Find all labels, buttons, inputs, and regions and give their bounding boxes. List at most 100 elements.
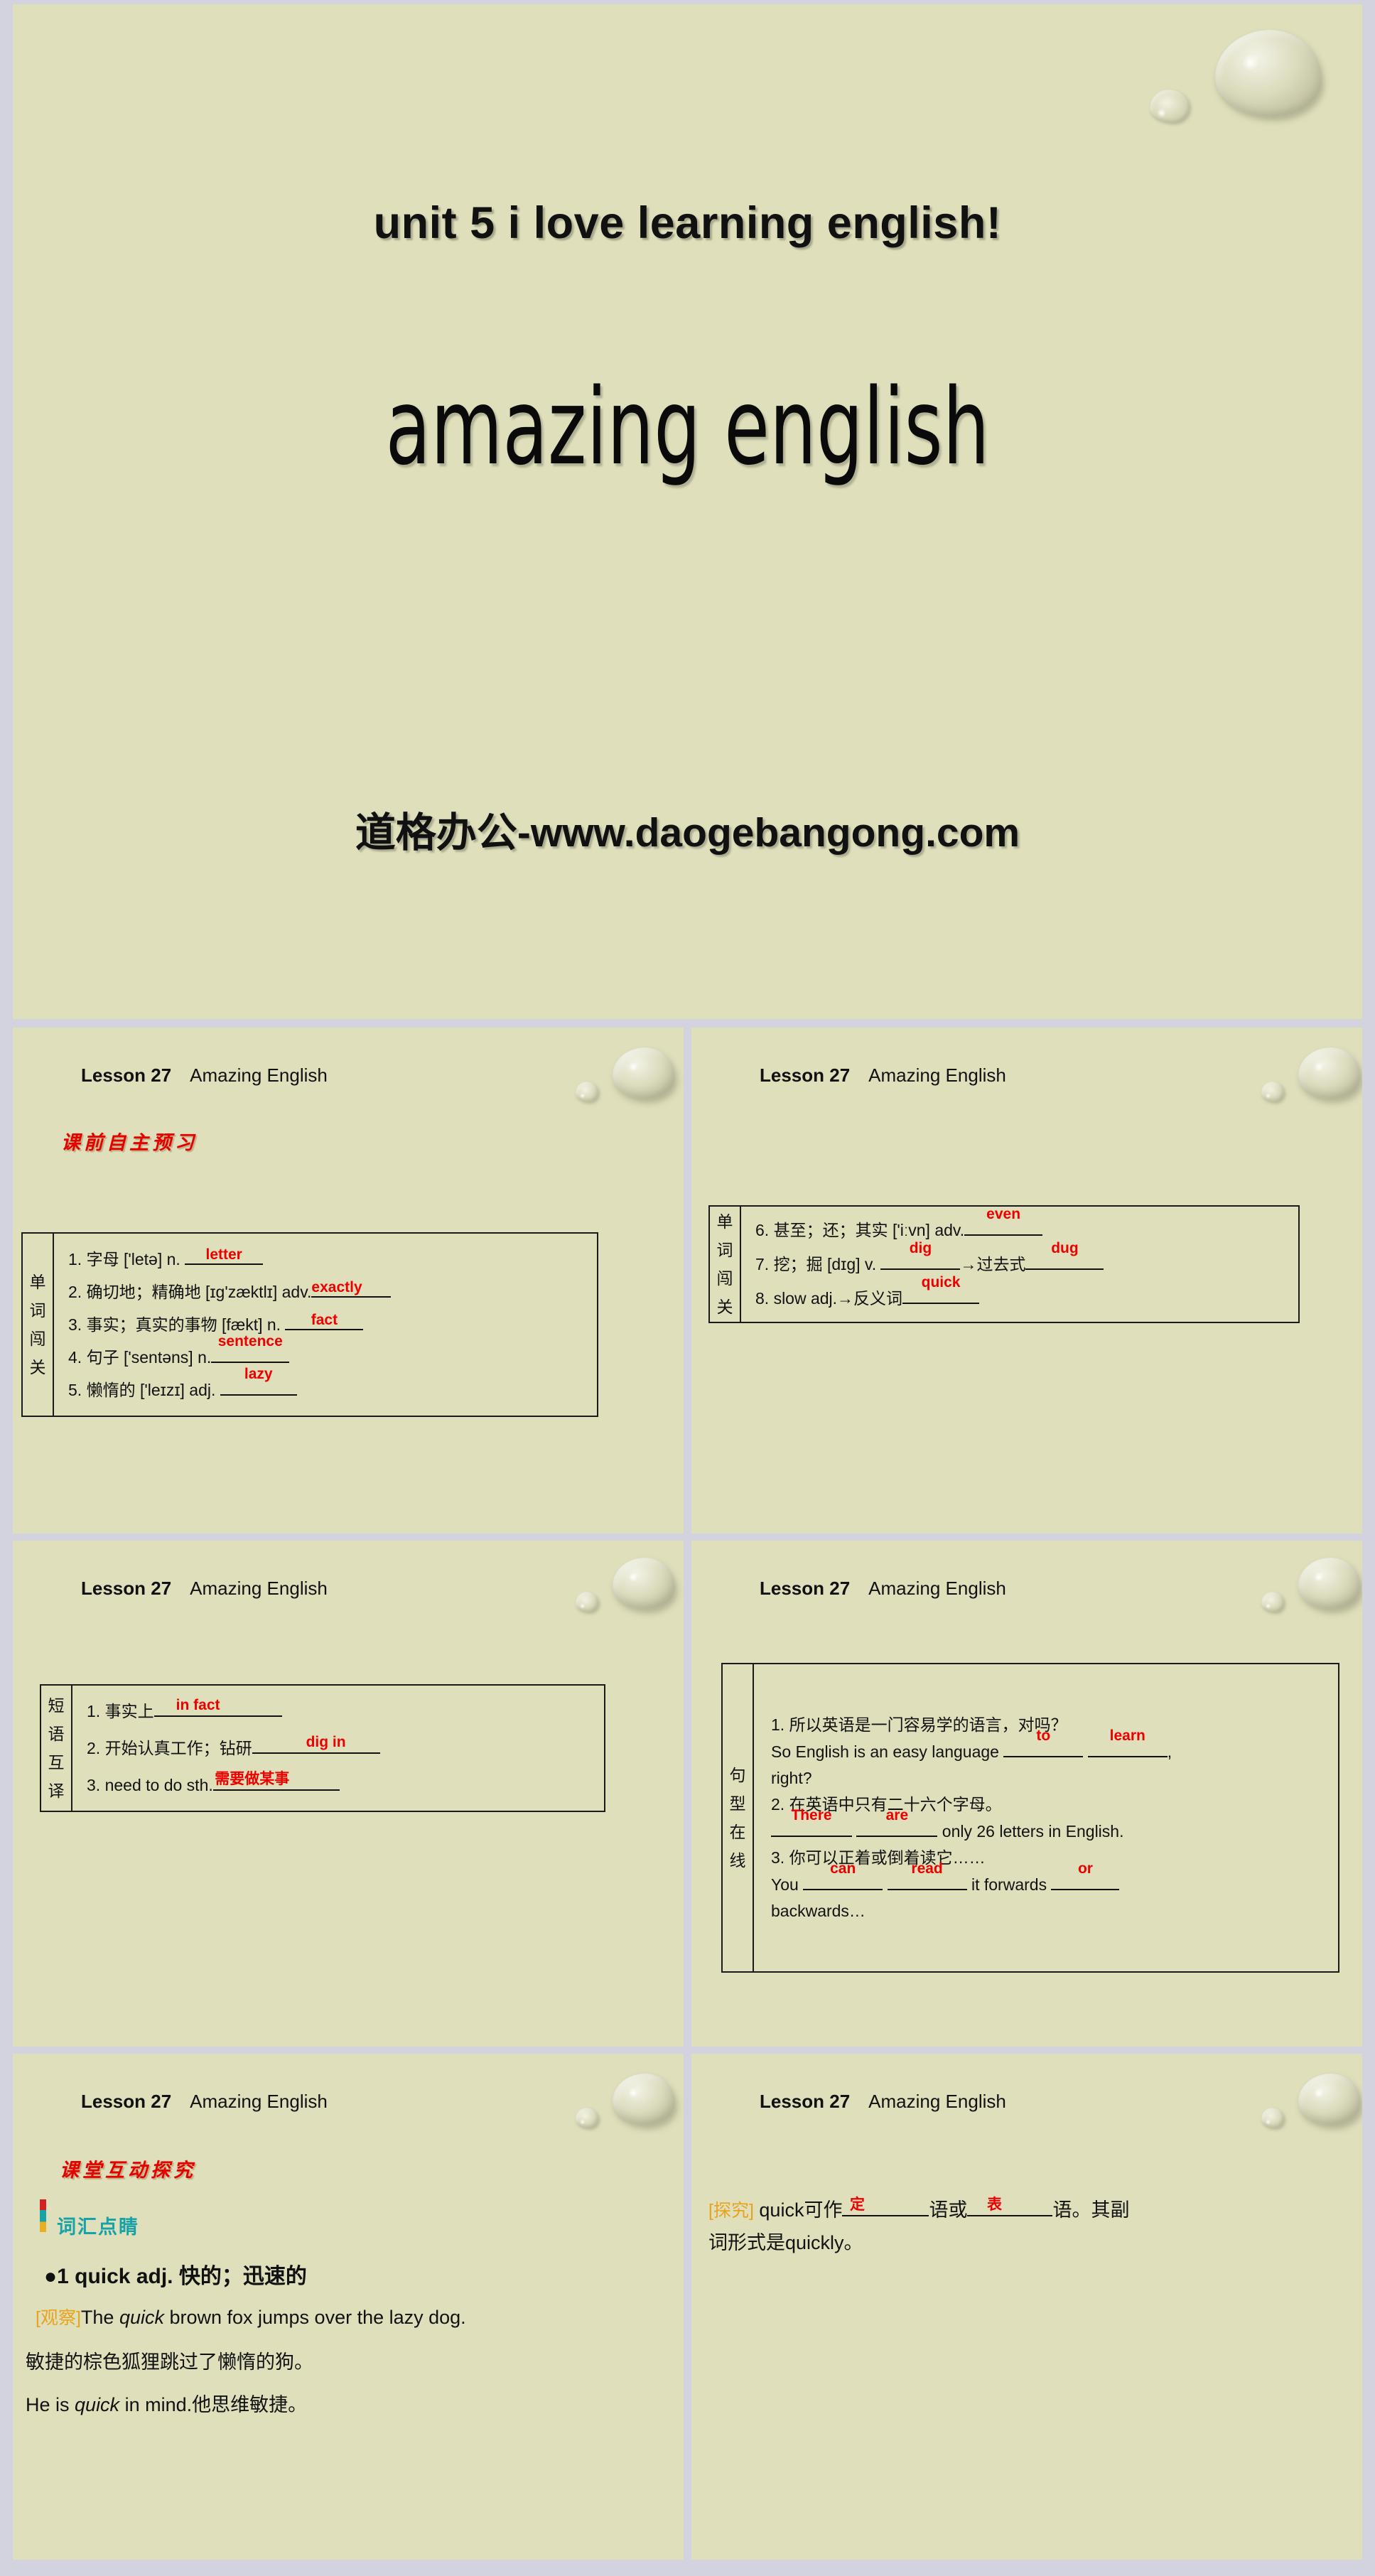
water-drop-large-icon xyxy=(613,1558,675,1609)
lesson-label: Lesson 27 xyxy=(760,2091,851,2112)
row-prompt: 2. 确切地；精确地 [ɪɡ'zæktlɪ] adv. xyxy=(68,1283,312,1301)
water-drop-large-icon xyxy=(1215,30,1322,117)
answer-blank[interactable]: lazy xyxy=(220,1367,297,1396)
answer-text: quick xyxy=(921,1274,961,1290)
explore-line-2: 词形式是quickly。 xyxy=(708,2231,863,2253)
answer-text: 定 xyxy=(849,2197,865,2213)
side-char: 词 xyxy=(29,1300,46,1320)
sentence-line: So English is an easy language to learn, xyxy=(771,1728,1328,1760)
water-droplet-decoration xyxy=(1239,1046,1362,1124)
phrase-table: 短 语 互 译 1. 事实上 in fact 2. 开始认真工作；钻研 dig in… xyxy=(40,1684,605,1812)
water-drop-large-icon xyxy=(613,2074,675,2125)
title-slide: unit 5 i love learning english! amazing … xyxy=(13,4,1362,1019)
sentence-line: right? xyxy=(771,1768,812,1787)
watermark-text: 道格办公-www.daogebangong.com xyxy=(355,810,1020,856)
table-row: 3. 事实；真实的事物 [fækt] n. fact xyxy=(68,1313,587,1333)
answer-blank[interactable]: fact xyxy=(285,1313,364,1330)
answer-blank[interactable]: even xyxy=(964,1207,1043,1236)
row-prompt: 1. 字母 ['letə] n. xyxy=(68,1250,185,1268)
water-drop-small-icon xyxy=(1261,1082,1284,1101)
side-char: 关 xyxy=(716,1298,733,1317)
answer-blank[interactable]: dig in xyxy=(252,1735,380,1754)
slide-2-word-pass-b: Lesson 27 Amazing English 单 词 闯 关 6. 甚至；还… xyxy=(691,1028,1362,1534)
observe-c1: He is xyxy=(26,2394,75,2415)
unit-subtitle: unit 5 i love learning english! xyxy=(373,198,1002,248)
side-char: 句 xyxy=(729,1765,746,1784)
flag-bar-icon xyxy=(40,2199,46,2232)
table-side-label: 句 型 在 线 xyxy=(723,1664,754,1971)
observe-keyword: quick xyxy=(119,2307,164,2328)
answer-text: can xyxy=(830,1860,856,1877)
answer-text: dig in xyxy=(306,1734,346,1750)
side-char: 闯 xyxy=(716,1269,733,1288)
observe-a1: The xyxy=(80,2307,119,2328)
row-mid: →过去式 xyxy=(960,1255,1026,1273)
explore-paragraph: [探究] quick可作定语或表语。其副 词形式是quickly。 xyxy=(708,2194,1334,2260)
answer-text: dig xyxy=(909,1240,932,1256)
answer-blank[interactable]: read xyxy=(887,1861,967,1890)
answer-blank[interactable]: are xyxy=(856,1808,938,1837)
observe-example-line-2: He is quick in mind.他思维敏捷。 xyxy=(26,2389,307,2417)
side-char: 在 xyxy=(729,1823,746,1841)
answer-blank[interactable]: dug xyxy=(1025,1241,1104,1270)
lesson-label: Lesson 27 xyxy=(81,1578,172,1599)
sentence-line: You can read it forwards or xyxy=(771,1861,1328,1894)
side-char: 单 xyxy=(29,1272,46,1291)
row-prompt: 6. 甚至；还；其实 ['iːvn] adv. xyxy=(755,1221,965,1239)
line-suffix: only 26 letters in English. xyxy=(937,1821,1124,1841)
answer-blank[interactable]: dig xyxy=(880,1241,961,1270)
answer-blank[interactable]: learn xyxy=(1087,1728,1168,1757)
answer-blank[interactable]: 表 xyxy=(967,2197,1053,2216)
slide-5-vocabulary-focus: Lesson 27 Amazing English 课堂互动探究 词汇点睛 ●1 … xyxy=(13,2054,684,2560)
water-drop-small-icon xyxy=(1150,90,1190,122)
answer-blank[interactable]: to xyxy=(1003,1728,1084,1757)
side-char: 互 xyxy=(48,1753,65,1772)
answer-text: exactly xyxy=(311,1279,362,1295)
answer-text: learn xyxy=(1109,1727,1145,1744)
answer-blank[interactable]: sentence xyxy=(211,1334,290,1363)
vocab-entry-heading: ●1 quick adj. 快的；迅速的 xyxy=(44,2265,307,2288)
answer-blank[interactable]: There xyxy=(771,1808,852,1837)
answer-text: to xyxy=(1036,1727,1051,1744)
lesson-label: Lesson 27 xyxy=(760,1065,851,1086)
row-prompt: 5. 懒惰的 ['leɪzɪ] adj. xyxy=(68,1381,220,1399)
answer-blank[interactable]: or xyxy=(1051,1861,1120,1890)
topic-label: Amazing English xyxy=(190,1578,328,1599)
table-body: 1. 事实上 in fact 2. 开始认真工作；钻研 dig in 3. need… xyxy=(72,1686,604,1811)
answer-blank[interactable]: letter xyxy=(185,1247,264,1265)
slide-header: Lesson 27 Amazing English xyxy=(760,2091,1006,2113)
line-mid: it forwards xyxy=(966,1875,1052,1894)
side-char: 关 xyxy=(29,1358,46,1377)
observe-tag: [观察] xyxy=(36,2308,81,2328)
vocab-focus-label: 词汇点睛 xyxy=(57,2216,139,2238)
side-char: 单 xyxy=(716,1212,733,1231)
answer-blank[interactable]: exactly xyxy=(311,1279,392,1298)
lesson-label: Lesson 27 xyxy=(81,2091,172,2112)
sentence-line: There are only 26 letters in English. xyxy=(771,1808,1328,1841)
answer-blank[interactable]: 定 xyxy=(842,2197,929,2216)
table-side-label: 短 语 互 译 xyxy=(41,1686,72,1811)
slide-header: Lesson 27 Amazing English xyxy=(760,1578,1006,1600)
water-drop-small-icon xyxy=(1261,1592,1284,1612)
side-char: 闯 xyxy=(29,1330,46,1348)
topic-label: Amazing English xyxy=(190,1065,328,1086)
water-drop-small-icon xyxy=(576,2108,598,2128)
row-prompt: 4. 句子 ['sentəns] n. xyxy=(68,1348,212,1367)
answer-blank[interactable]: quick xyxy=(902,1275,980,1304)
slide-header: Lesson 27 Amazing English xyxy=(760,1065,1006,1087)
slide-header: Lesson 27 Amazing English xyxy=(81,1065,328,1087)
table-body: 1. 所以英语是一门容易学的语言，对吗？ So English is an ea… xyxy=(754,1664,1338,1971)
water-drop-small-icon xyxy=(1261,2108,1284,2128)
answer-text: sentence xyxy=(217,1333,283,1349)
slide-4-sentence-patterns: Lesson 27 Amazing English 句 型 在 线 1. 所以英语… xyxy=(691,1541,1362,2047)
answer-text: even xyxy=(986,1206,1021,1222)
answer-blank[interactable]: 需要做某事 xyxy=(212,1772,340,1791)
explore-tag: [探究] xyxy=(708,2201,754,2221)
water-drop-large-icon xyxy=(1298,1558,1361,1609)
slide-1-word-pass-a: Lesson 27 Amazing English 课前自主预习 单 词 闯 关 … xyxy=(13,1028,684,1534)
answer-blank[interactable]: can xyxy=(803,1861,883,1890)
answer-blank[interactable]: in fact xyxy=(153,1698,282,1717)
answer-text: dug xyxy=(1051,1240,1079,1256)
observe-a3: brown fox jumps over the lazy dog. xyxy=(163,2307,466,2328)
answer-text: or xyxy=(1077,1860,1093,1877)
